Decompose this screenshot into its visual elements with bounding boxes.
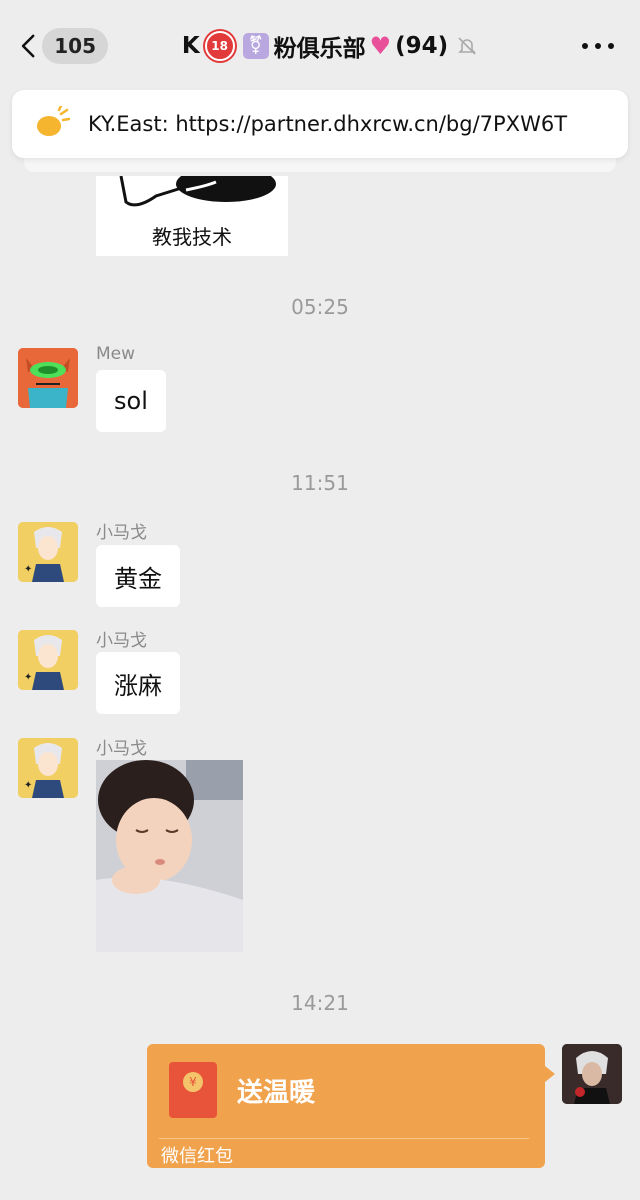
anime-boy-avatar-icon: ✦ (18, 522, 78, 582)
bell-slash-icon (458, 37, 477, 55)
sender-name: 小马戈 (96, 739, 147, 759)
image-message[interactable] (96, 760, 243, 952)
avatar[interactable]: ✦ (18, 738, 78, 798)
svg-text:✦: ✦ (24, 780, 32, 791)
red-envelope-icon: ¥ (169, 1062, 217, 1118)
timestamp: 14:21 (291, 991, 349, 1015)
chevron-left-icon (21, 34, 35, 58)
sticker-message[interactable]: 教我技术 (96, 176, 288, 256)
more-dots-icon (582, 43, 588, 49)
timestamp: 05:25 (291, 295, 349, 319)
divider (159, 1138, 529, 1139)
more-dot (595, 43, 601, 49)
cat-avatar-icon (18, 348, 78, 408)
pinned-message-text: KY.East: https://partner.dhxrcw.cn/bg/7P… (88, 112, 568, 136)
member-count: (94) (395, 33, 449, 59)
red-packet-message[interactable]: ¥ 送温暖 微信红包 (147, 1044, 555, 1168)
avatar[interactable]: ✦ (18, 522, 78, 582)
chat-header: 105 K 18 ⚧ 粉俱乐部 ♥ (94) (0, 0, 640, 92)
character-avatar-icon (562, 1044, 622, 1104)
svg-text:✦: ✦ (24, 564, 32, 575)
speaker-icon (37, 106, 70, 136)
sender-name: Mew (96, 344, 136, 364)
unread-count-badge: 105 (42, 28, 108, 64)
anime-boy-avatar-icon: ✦ (18, 738, 78, 798)
pinned-message-banner[interactable]: KY.East: https://partner.dhxrcw.cn/bg/7P… (12, 90, 628, 158)
my-avatar[interactable] (562, 1044, 622, 1104)
no-under-18-icon: 18 (204, 31, 235, 61)
avatar[interactable] (18, 348, 78, 408)
banner-shadow (24, 158, 616, 172)
title-text: 粉俱乐部 (273, 36, 366, 62)
sender-name: 小马戈 (96, 523, 147, 543)
more-dot (608, 43, 614, 49)
avatar[interactable]: ✦ (18, 630, 78, 690)
back-button[interactable]: 105 (18, 26, 108, 66)
anime-boy-avatar-icon: ✦ (18, 630, 78, 690)
timestamp: 11:51 (291, 471, 349, 495)
message-bubble[interactable]: 涨麻 (96, 652, 180, 714)
chat-title[interactable]: K 18 ⚧ 粉俱乐部 ♥ (94) (150, 28, 510, 64)
svg-text:✦: ✦ (24, 672, 32, 683)
coin-icon: ¥ (183, 1072, 203, 1092)
red-packet-label: 微信红包 (161, 1146, 233, 1167)
sender-name: 小马戈 (96, 631, 147, 651)
title-prefix: K (181, 33, 200, 59)
sticker-caption: 教我技术 (152, 225, 232, 249)
transgender-symbol-icon: ⚧ (242, 33, 269, 59)
sleeping-child-photo (96, 760, 243, 952)
heart-with-arrow-icon: ♥ (369, 32, 392, 60)
red-packet-title: 送温暖 (237, 1078, 316, 1108)
more-button[interactable] (582, 32, 614, 60)
message-bubble[interactable]: sol (96, 370, 166, 432)
message-bubble[interactable]: 黄金 (96, 545, 180, 607)
